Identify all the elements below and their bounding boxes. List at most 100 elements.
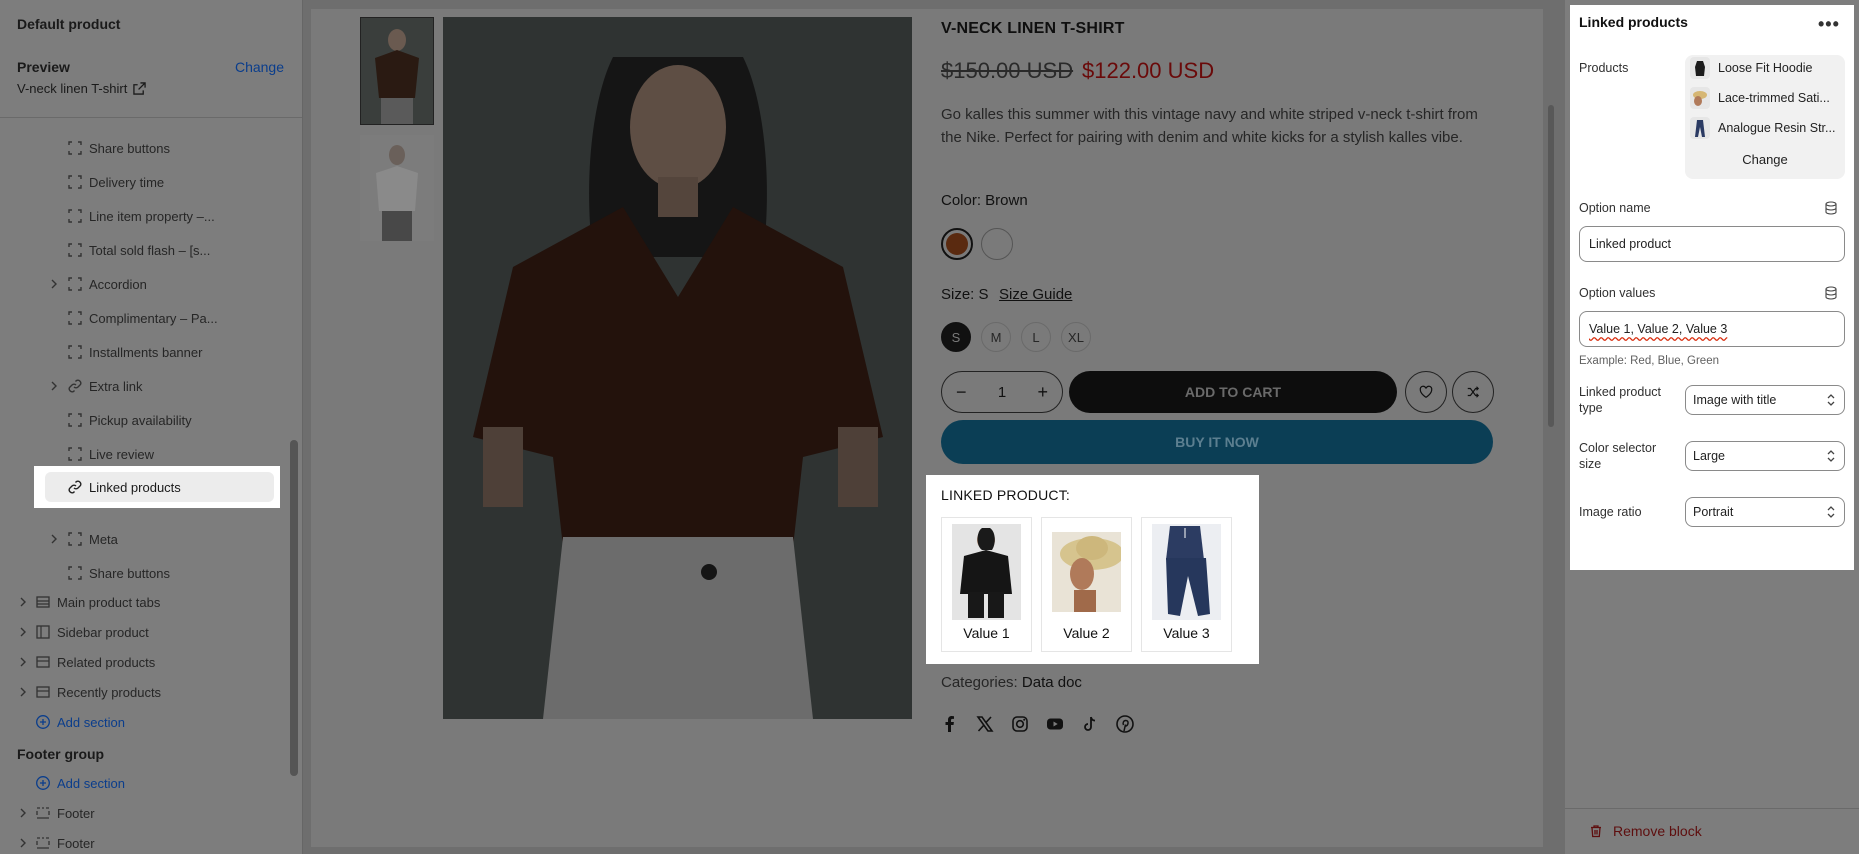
product-thumbnail-2[interactable] [360, 135, 434, 241]
tiktok-icon[interactable] [1080, 714, 1100, 734]
color-swatch-white[interactable] [981, 228, 1013, 260]
chevron-right-icon[interactable] [18, 597, 28, 607]
select-value: Image with title [1693, 393, 1777, 407]
footer-group-title: Footer group [17, 746, 105, 762]
color-selector-size-select[interactable]: Large [1685, 441, 1845, 471]
remove-block-button[interactable]: Remove block [1589, 823, 1702, 839]
footer-icon [36, 837, 50, 849]
section-icon [36, 686, 50, 698]
page-template-title: Default product [17, 16, 121, 32]
linked-product-value: Value 2 [1063, 625, 1110, 641]
section-label: Sidebar product [57, 624, 149, 640]
linked-product-type-label: Linked product type [1579, 384, 1661, 416]
chevron-right-icon[interactable] [18, 627, 28, 637]
product-main-image[interactable] [443, 17, 912, 719]
plus-circle-icon [36, 776, 50, 790]
linked-product-card[interactable]: Value 2 [1041, 517, 1132, 652]
chevron-right-icon[interactable] [18, 808, 28, 818]
product-description: Go kalles this summer with this vintage … [941, 106, 1478, 146]
label-line: Linked product [1579, 385, 1662, 399]
chevron-right-icon[interactable] [18, 657, 28, 667]
block-icon [68, 311, 82, 325]
product-thumbnail-1[interactable] [360, 17, 434, 125]
remove-block-label: Remove block [1613, 823, 1702, 839]
change-products-button[interactable]: Change [1685, 152, 1845, 167]
color-swatch-brown[interactable] [941, 228, 973, 260]
block-label: Pickup availability [89, 412, 192, 428]
footer-add-section-button[interactable]: Add section [0, 768, 288, 798]
heart-icon [1419, 385, 1433, 398]
buy-it-now-button[interactable]: BUY IT NOW [941, 420, 1493, 464]
block-label: Total sold flash – [s... [89, 242, 211, 258]
products-label: Products [1579, 61, 1629, 75]
block-icon [68, 413, 82, 427]
select-value: Portrait [1693, 505, 1734, 519]
picked-product[interactable]: Lace-trimmed Sati... [1690, 86, 1842, 110]
chevron-right-icon[interactable] [18, 687, 28, 697]
chevron-right-icon[interactable] [18, 838, 28, 848]
picked-product-name: Lace-trimmed Sati... [1718, 91, 1830, 105]
qty-value[interactable]: 1 [998, 384, 1006, 401]
block-label: Meta [89, 531, 118, 547]
chevron-right-icon[interactable] [49, 381, 59, 391]
block-label: Delivery time [89, 174, 165, 190]
pinterest-icon[interactable] [1115, 714, 1135, 734]
compare-button[interactable] [1452, 371, 1494, 413]
option-values-hint: Example: Red, Blue, Green [1579, 355, 1719, 367]
chevron-right-icon[interactable] [49, 534, 59, 544]
section-label: Footer [57, 805, 95, 821]
block-icon [68, 277, 82, 291]
size-option-l[interactable]: L [1021, 322, 1051, 352]
dynamic-source-icon[interactable] [1824, 201, 1838, 215]
wishlist-button[interactable] [1405, 371, 1447, 413]
qty-minus-button[interactable]: − [956, 382, 967, 403]
preview-scrollbar[interactable] [1548, 105, 1554, 427]
block-label: Installments banner [89, 344, 203, 360]
picked-product-name: Analogue Resin Str... [1718, 121, 1836, 135]
block-label: Share buttons [89, 565, 170, 581]
sale-price: $122.00 USD [1082, 58, 1215, 83]
linked-product-type-select[interactable]: Image with title [1685, 385, 1845, 415]
compare-at-price: $150.00 USD [941, 58, 1074, 83]
picked-product[interactable]: Analogue Resin Str... [1690, 116, 1842, 140]
option-values-field[interactable]: Value 1, Value 2, Value 3 [1579, 311, 1845, 347]
option-name-field[interactable]: Linked product [1579, 226, 1845, 262]
more-options-button[interactable]: ••• [1818, 14, 1840, 35]
section-label: Related products [57, 654, 156, 670]
image-ratio-select[interactable]: Portrait [1685, 497, 1845, 527]
preview-product-link[interactable]: V-neck linen T-shirt [17, 81, 147, 96]
select-value: Large [1693, 449, 1725, 463]
linked-product-image [1052, 524, 1121, 620]
footer-section-row[interactable]: Footer [0, 828, 288, 854]
block-icon [68, 532, 82, 546]
picked-product[interactable]: Loose Fit Hoodie [1690, 56, 1842, 80]
add-to-cart-button[interactable]: ADD TO CART [1069, 371, 1397, 413]
link-icon [68, 379, 82, 393]
block-label: Line item property –... [89, 208, 215, 224]
chevron-right-icon[interactable] [49, 279, 59, 289]
facebook-icon[interactable] [940, 714, 960, 734]
product-image-icon [1690, 117, 1710, 139]
instagram-icon[interactable] [1010, 714, 1030, 734]
footer-section-row[interactable]: Footer [0, 798, 288, 828]
x-icon[interactable] [975, 714, 995, 734]
qty-plus-button[interactable]: + [1037, 382, 1048, 403]
categories-label: Categories: [941, 674, 1018, 691]
youtube-icon[interactable] [1045, 714, 1065, 734]
external-link-icon [133, 82, 147, 95]
size-option-m[interactable]: M [981, 322, 1011, 352]
dynamic-source-icon[interactable] [1824, 286, 1838, 300]
size-option-xl[interactable]: XL [1061, 322, 1091, 352]
linked-product-card[interactable]: Value 3 [1141, 517, 1232, 652]
category-link[interactable]: Data doc [1022, 674, 1082, 691]
linked-product-card[interactable]: Value 1 [941, 517, 1032, 652]
sidebar-scrollbar[interactable] [290, 440, 298, 776]
block-label: Accordion [89, 276, 147, 292]
size-option-s[interactable]: S [941, 322, 971, 352]
change-preview-button[interactable]: Change [235, 59, 284, 75]
block-label: Complimentary – Pa... [89, 310, 218, 326]
color-label: Color: Brown [941, 192, 1028, 209]
size-guide-link[interactable]: Size Guide [999, 286, 1072, 303]
picked-product-name: Loose Fit Hoodie [1718, 61, 1813, 75]
image-ratio-label: Image ratio [1579, 505, 1642, 519]
